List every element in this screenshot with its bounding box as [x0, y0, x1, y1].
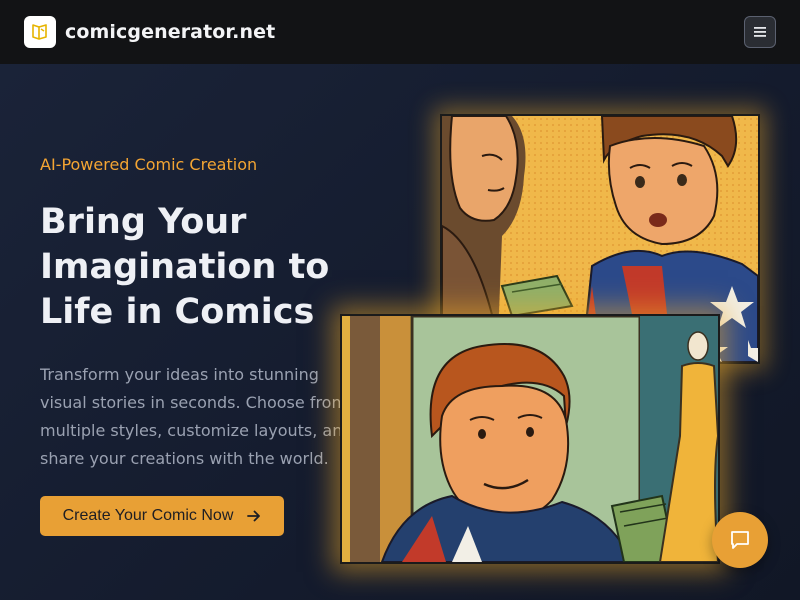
create-comic-button[interactable]: Create Your Comic Now [40, 496, 284, 536]
hero-headline: Bring Your Imagination to Life in Comics [40, 200, 370, 335]
hero-eyebrow: AI-Powered Comic Creation [40, 155, 258, 174]
arrow-right-icon [247, 510, 261, 522]
headline-line: Life in Comics [40, 292, 315, 332]
hamburger-menu-icon [754, 27, 766, 37]
hero-description: Transform your ideas into stunning visua… [40, 361, 340, 477]
book-icon [24, 16, 56, 48]
hamburger-menu-button[interactable] [744, 16, 776, 48]
comic-illustration-bottom [342, 316, 718, 562]
description-line: Transform your ideas into stunning [40, 365, 319, 384]
brand[interactable]: comicgenerator.net [24, 16, 275, 48]
brand-name: comicgenerator.net [65, 21, 276, 43]
comic-panel-bottom [340, 314, 720, 564]
description-line: multiple styles, customize layouts, and [40, 421, 340, 440]
chat-bubble-icon [731, 531, 749, 549]
navbar: comicgenerator.net [0, 0, 800, 64]
description-line: share your creations with the world. [40, 449, 329, 468]
chat-button[interactable] [712, 512, 768, 568]
cta-label: Create Your Comic Now [62, 507, 234, 524]
headline-line: Imagination to [40, 247, 330, 287]
headline-line: Bring Your [40, 202, 247, 242]
description-line: visual stories in seconds. Choose from [40, 393, 340, 412]
